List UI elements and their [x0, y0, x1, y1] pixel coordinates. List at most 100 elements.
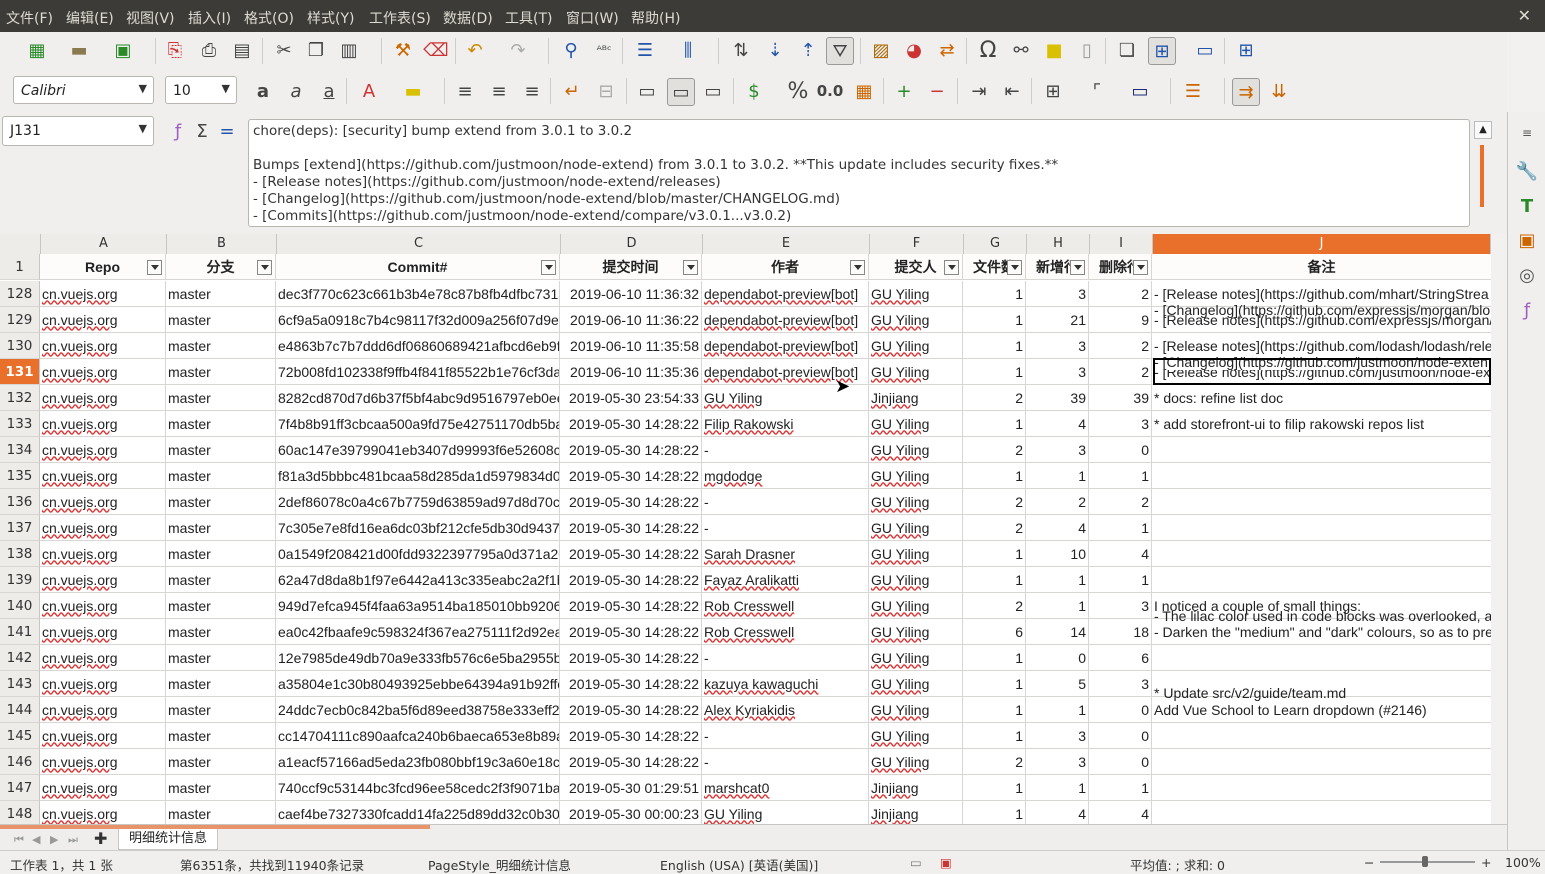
cell-added[interactable]: 4: [1026, 515, 1089, 540]
date-format-icon[interactable]: ▦: [851, 78, 877, 104]
zoom-slider-thumb[interactable]: [1422, 856, 1428, 867]
increase-indent-icon[interactable]: ⇥: [966, 78, 992, 104]
row-header[interactable]: 136: [0, 489, 40, 515]
cell-branch[interactable]: master: [166, 463, 276, 488]
cell-deleted[interactable]: 4: [1089, 801, 1152, 824]
cell-files[interactable]: 2: [963, 749, 1026, 774]
row-header[interactable]: 142: [0, 645, 40, 671]
cell-branch[interactable]: master: [166, 775, 276, 800]
cell-deleted[interactable]: 9: [1089, 307, 1152, 332]
row-header[interactable]: 134: [0, 437, 40, 463]
formula-scrollbar[interactable]: ▲: [1472, 119, 1494, 227]
cell-commit[interactable]: dec3f770c623c661b3b4e78c87b8fb4dfbc731a5: [276, 281, 560, 306]
row-header[interactable]: 147: [0, 775, 40, 801]
font-size-combo[interactable]: 10 ▼: [165, 76, 237, 104]
row-header[interactable]: 143: [0, 671, 40, 697]
cell-repo[interactable]: cn.vuejs.org: [40, 307, 166, 332]
cell-files[interactable]: 1: [963, 671, 1026, 696]
cell-added[interactable]: 1: [1026, 697, 1089, 722]
column-header-b[interactable]: B: [167, 234, 277, 254]
cell-added[interactable]: 3: [1026, 723, 1089, 748]
row-header[interactable]: 144: [0, 697, 40, 723]
cell-note[interactable]: * add storefront-ui to filip rakowski re…: [1152, 411, 1491, 436]
show-draw-functions-icon[interactable]: ⊞: [1233, 37, 1259, 63]
cell-deleted[interactable]: 1: [1089, 567, 1152, 592]
cell-time[interactable]: 2019-05-30 14:28:22: [560, 619, 702, 644]
cell-added[interactable]: 3: [1026, 359, 1089, 384]
select-all-corner[interactable]: [0, 234, 41, 254]
cell-author[interactable]: Alex Kyriakidis: [702, 697, 869, 722]
cell-author[interactable]: Fayaz Aralikatti: [702, 567, 869, 592]
cell-commit[interactable]: 62a47d8da8b1f97e6442a413c335eabc2a2f1b66: [276, 567, 560, 592]
cell-note[interactable]: [1152, 749, 1491, 774]
cell-author[interactable]: dependabot-preview[bot]: [702, 281, 869, 306]
cell-commit[interactable]: 7f4b8b91ff3cbcaa500a9fd75e42751170db5bae: [276, 411, 560, 436]
menu-view[interactable]: 视图(V): [126, 8, 175, 28]
paste-icon[interactable]: ▥: [336, 37, 362, 63]
cell-author[interactable]: Filip Rakowski: [702, 411, 869, 436]
filter-dropdown-icon[interactable]: [541, 260, 556, 275]
cell-commit[interactable]: ea0c42fbaafe9c598324f367ea275111f2d92ea4: [276, 619, 560, 644]
cell-added[interactable]: 1: [1026, 775, 1089, 800]
cell-deleted[interactable]: 39: [1089, 385, 1152, 410]
cell-committer[interactable]: GU Yiling: [869, 411, 963, 436]
sort-ascending-icon[interactable]: ⇣: [762, 37, 788, 63]
cell-files[interactable]: 1: [963, 463, 1026, 488]
language-status[interactable]: English (USA) [英语(美国)]: [660, 855, 818, 874]
number-format-icon[interactable]: 0.0: [817, 78, 844, 104]
cell-added[interactable]: 21: [1026, 307, 1089, 332]
cell-author[interactable]: -: [702, 723, 869, 748]
cell-time[interactable]: 2019-05-30 14:28:22: [560, 671, 702, 696]
column-header-d[interactable]: D: [561, 234, 703, 254]
row-header[interactable]: 138: [0, 541, 40, 567]
cell-author[interactable]: -: [702, 645, 869, 670]
open-folder-icon[interactable]: ▬: [66, 37, 92, 63]
cell-branch[interactable]: master: [166, 567, 276, 592]
column-header-a[interactable]: A: [41, 234, 167, 254]
cell-repo[interactable]: cn.vuejs.org: [40, 567, 166, 592]
menu-format[interactable]: 格式(O): [244, 8, 294, 28]
menu-sheet[interactable]: 工作表(S): [369, 8, 431, 28]
filter-dropdown-icon[interactable]: [147, 260, 162, 275]
column-header-g[interactable]: G: [964, 234, 1027, 254]
cell-repo[interactable]: cn.vuejs.org: [40, 593, 166, 618]
column-header-e[interactable]: E: [703, 234, 870, 254]
menu-help[interactable]: 帮助(H): [631, 8, 680, 28]
menu-tools[interactable]: 工具(T): [505, 8, 552, 28]
cell-deleted[interactable]: 6: [1089, 645, 1152, 670]
row-header[interactable]: 137: [0, 515, 40, 541]
cell-commit[interactable]: a35804e1c30b80493925ebbe64394a91b92ffe91: [276, 671, 560, 696]
header-cell-repo[interactable]: Repo: [40, 254, 166, 279]
column-icon[interactable]: ⫼: [675, 37, 701, 63]
cell-time[interactable]: 2019-06-10 11:36:22: [560, 307, 702, 332]
cell-branch[interactable]: master: [166, 619, 276, 644]
cell-author[interactable]: Rob Cresswell: [702, 593, 869, 618]
header-cell-branch[interactable]: 分支: [166, 254, 276, 279]
cell-branch[interactable]: master: [166, 385, 276, 410]
chevron-down-icon[interactable]: ▼: [139, 122, 147, 135]
row-header[interactable]: 133: [0, 411, 40, 437]
cell-files[interactable]: 6: [963, 619, 1026, 644]
cell-files[interactable]: 2: [963, 385, 1026, 410]
row-header[interactable]: 146: [0, 749, 40, 775]
cell-committer[interactable]: GU Yiling: [869, 541, 963, 566]
undo-icon[interactable]: ↶: [462, 37, 488, 63]
define-print-area-icon[interactable]: ❏: [1114, 37, 1140, 63]
cell-repo[interactable]: cn.vuejs.org: [40, 723, 166, 748]
cell-committer[interactable]: GU Yiling: [869, 515, 963, 540]
cell-added[interactable]: 10: [1026, 541, 1089, 566]
cell-branch[interactable]: master: [166, 307, 276, 332]
borders-icon[interactable]: ⊞: [1040, 78, 1066, 104]
cell-time[interactable]: 2019-05-30 14:28:22: [560, 515, 702, 540]
clear-formatting-icon[interactable]: ⌫: [423, 37, 449, 63]
row-icon[interactable]: ☰: [632, 37, 658, 63]
cell-time[interactable]: 2019-06-10 11:35:36: [560, 359, 702, 384]
cell-added[interactable]: 39: [1026, 385, 1089, 410]
cell-committer[interactable]: GU Yiling: [869, 697, 963, 722]
cell-time[interactable]: 2019-05-30 14:28:22: [560, 567, 702, 592]
column-header-f[interactable]: F: [870, 234, 964, 254]
add-sheet-icon[interactable]: ✚: [94, 829, 107, 848]
row-header[interactable]: 145: [0, 723, 40, 749]
cell-time[interactable]: 2019-05-30 14:28:22: [560, 463, 702, 488]
cell-added[interactable]: 3: [1026, 281, 1089, 306]
